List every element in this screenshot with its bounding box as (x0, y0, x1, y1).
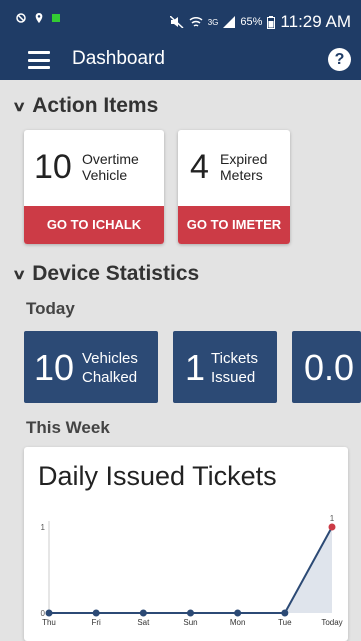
vehicles-chalked-tile[interactable]: 10 Vehicles Chalked (24, 331, 158, 403)
mute-icon (169, 16, 184, 28)
help-icon[interactable]: ? (328, 48, 351, 71)
vehicles-chalked-label: Vehicles Chalked (82, 349, 138, 387)
go-to-imeter-button[interactable]: GO TO IMETER (178, 206, 290, 244)
y-tick-label: 1 (41, 523, 46, 532)
network-type: 3G (207, 17, 219, 27)
y-tick-label: 0 (41, 609, 46, 618)
wifi-icon (189, 16, 203, 27)
data-point (328, 523, 336, 531)
tickets-issued-line1: Tickets (211, 350, 258, 367)
data-point (92, 609, 100, 617)
data-point (234, 609, 242, 617)
data-label: 1 (330, 514, 335, 523)
overtime-label: Overtime Vehicle (82, 151, 139, 183)
device-statistics-header[interactable]: ∨ Device Statistics (11, 262, 200, 286)
x-tick-label: Sat (137, 618, 150, 627)
tickets-issued-label: Tickets Issued (211, 349, 258, 387)
vehicles-chalked-line2: Chalked (82, 369, 138, 386)
x-tick-label: Tue (278, 618, 292, 627)
chevron-down-icon: ∨ (11, 265, 27, 282)
expired-label-line1: Expired (220, 151, 268, 167)
overtime-label-line2: Vehicle (82, 167, 128, 183)
vehicles-chalked-line1: Vehicles (82, 350, 138, 367)
tickets-chart: 0 1 1 Thu Fri Sat Sun Mon Tue Today (41, 514, 343, 627)
data-point (187, 609, 194, 617)
chevron-down-icon: ∨ (11, 97, 27, 114)
series-line (49, 526, 333, 614)
battery-percent: 65% (240, 16, 263, 28)
x-tick-label: Fri (92, 618, 102, 627)
page-title: Dashboard (72, 48, 165, 69)
overtime-label-line1: Overtime (82, 151, 139, 167)
expired-label-line2: Meters (220, 167, 263, 183)
tickets-issued-tile[interactable]: 1 Tickets Issued (173, 331, 277, 403)
expired-label: Expired Meters (220, 151, 267, 183)
overtime-vehicle-card: 10 Overtime Vehicle GO TO ICHALK (24, 130, 164, 244)
action-items-header[interactable]: ∨ Action Items (11, 94, 159, 118)
hamburger-icon[interactable] (28, 51, 50, 69)
data-point (45, 609, 53, 617)
location-icon (35, 13, 43, 23)
data-point (281, 609, 289, 617)
clock: 11:29 AM (280, 12, 351, 31)
tickets-issued-count: 1 (185, 347, 206, 388)
expired-count: 4 (190, 148, 209, 186)
green-notification-icon (52, 14, 60, 22)
device-statistics-title: Device Statistics (32, 262, 200, 285)
today-label: Today (26, 299, 75, 318)
battery-icon (267, 15, 276, 29)
overtime-count: 10 (34, 148, 72, 186)
x-tick-label: Sun (183, 618, 197, 627)
go-to-ichalk-button[interactable]: GO TO ICHALK (24, 206, 164, 244)
x-tick-label: Today (321, 618, 342, 627)
expired-meters-card: 4 Expired Meters GO TO IMETER (178, 130, 290, 244)
app-bar: Dashboard ? (0, 40, 361, 80)
this-week-label: This Week (26, 418, 110, 437)
data-point (139, 609, 147, 617)
signal-icon (223, 16, 236, 28)
third-stat-count: 0.0 (304, 347, 355, 388)
vehicles-chalked-count: 10 (34, 347, 75, 388)
third-stat-tile[interactable]: 0.0 (292, 331, 361, 403)
status-bar: 3G 65% 11:29 AM (0, 0, 361, 40)
series-area (49, 527, 332, 613)
daily-issued-tickets-card: Daily Issued Tickets 0 1 1 Thu Fri Sat Sun Mon T… (24, 447, 348, 641)
x-tick-label: Mon (230, 618, 246, 627)
tickets-issued-line2: Issued (211, 369, 256, 386)
x-tick-label: Thu (42, 618, 56, 627)
no-disturb-icon (16, 13, 26, 23)
action-items-title: Action Items (32, 94, 159, 117)
